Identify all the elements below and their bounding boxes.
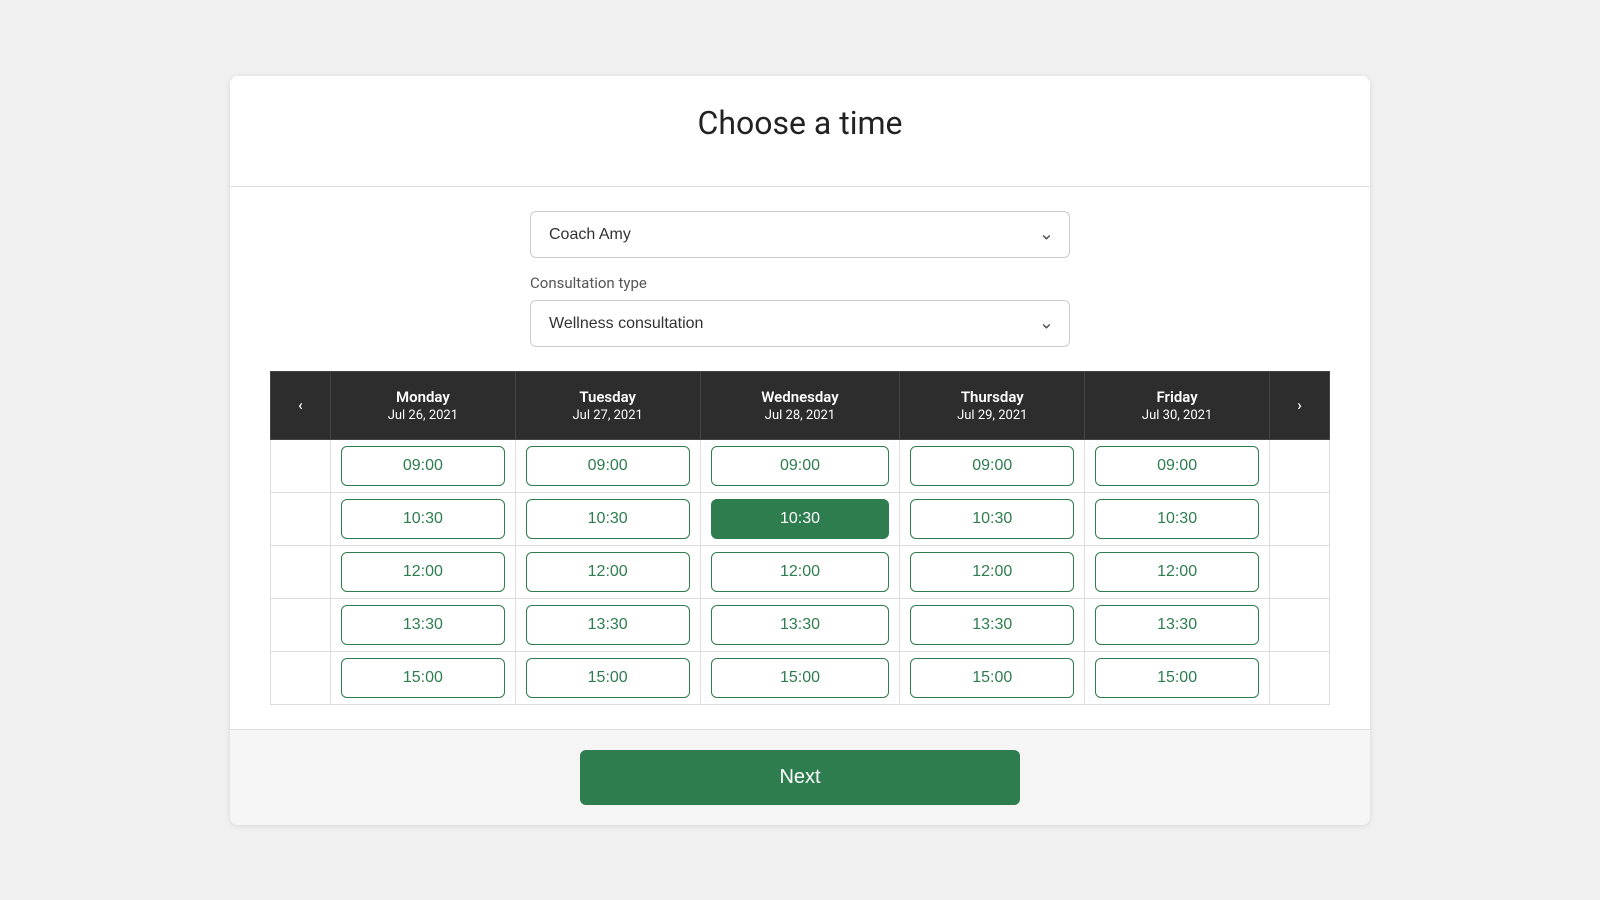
time-button-1-2[interactable]: 12:00 — [526, 552, 690, 592]
time-cell-1-3: 13:30 — [515, 598, 700, 651]
time-button-3-2[interactable]: 12:00 — [910, 552, 1074, 592]
time-button-1-1[interactable]: 10:30 — [526, 499, 690, 539]
time-button-3-3[interactable]: 13:30 — [910, 605, 1074, 645]
time-cell-2-0: 09:00 — [700, 439, 900, 492]
time-cell-4-2: 12:00 — [1085, 545, 1270, 598]
coach-select-container: Coach Amy Coach Bob Coach Carol ⌄ — [530, 211, 1070, 258]
dropdowns-section: Coach Amy Coach Bob Coach Carol ⌄ Consul… — [270, 211, 1330, 371]
spacer-right-2 — [1270, 545, 1330, 598]
time-button-2-3[interactable]: 13:30 — [711, 605, 890, 645]
time-cell-0-1: 10:30 — [331, 492, 516, 545]
time-button-0-2[interactable]: 12:00 — [341, 552, 505, 592]
spacer-left-1 — [271, 492, 331, 545]
time-cell-1-0: 09:00 — [515, 439, 700, 492]
day-date-monday: Jul 26, 2021 — [339, 408, 507, 423]
time-cell-3-0: 09:00 — [900, 439, 1085, 492]
day-header-monday: Monday Jul 26, 2021 — [331, 371, 516, 439]
next-week-button[interactable]: › — [1270, 371, 1330, 439]
time-button-4-2[interactable]: 12:00 — [1095, 552, 1259, 592]
consultation-select-container: Wellness consultation Nutrition consulta… — [530, 300, 1070, 347]
calendar-section: ‹ Monday Jul 26, 2021 Tuesday Jul 27, 20… — [270, 371, 1330, 705]
day-name-wednesday: Wednesday — [709, 388, 892, 406]
time-cell-2-3: 13:30 — [700, 598, 900, 651]
consultation-type-label: Consultation type — [530, 274, 1070, 292]
time-cell-2-2: 12:00 — [700, 545, 900, 598]
time-button-0-3[interactable]: 13:30 — [341, 605, 505, 645]
time-button-3-0[interactable]: 09:00 — [910, 446, 1074, 486]
time-cell-4-3: 13:30 — [1085, 598, 1270, 651]
time-button-3-1[interactable]: 10:30 — [910, 499, 1074, 539]
day-header-tuesday: Tuesday Jul 27, 2021 — [515, 371, 700, 439]
time-cell-1-4: 15:00 — [515, 651, 700, 704]
spacer-right-1 — [1270, 492, 1330, 545]
time-cell-3-1: 10:30 — [900, 492, 1085, 545]
main-card: Choose a time Coach Amy Coach Bob Coach … — [230, 76, 1370, 825]
time-button-0-1[interactable]: 10:30 — [341, 499, 505, 539]
time-cell-3-3: 13:30 — [900, 598, 1085, 651]
time-button-4-3[interactable]: 13:30 — [1095, 605, 1259, 645]
consultation-type-dropdown[interactable]: Wellness consultation Nutrition consulta… — [530, 300, 1070, 347]
time-cell-0-0: 09:00 — [331, 439, 516, 492]
day-header-thursday: Thursday Jul 29, 2021 — [900, 371, 1085, 439]
time-cell-0-3: 13:30 — [331, 598, 516, 651]
card-header: Choose a time — [230, 76, 1370, 187]
time-button-2-2[interactable]: 12:00 — [711, 552, 890, 592]
time-cell-2-1: 10:30 — [700, 492, 900, 545]
time-button-0-4[interactable]: 15:00 — [341, 658, 505, 698]
time-button-1-3[interactable]: 13:30 — [526, 605, 690, 645]
spacer-right-3 — [1270, 598, 1330, 651]
time-cell-3-2: 12:00 — [900, 545, 1085, 598]
time-button-1-0[interactable]: 09:00 — [526, 446, 690, 486]
day-date-tuesday: Jul 27, 2021 — [524, 408, 692, 423]
time-cell-3-4: 15:00 — [900, 651, 1085, 704]
prev-week-button[interactable]: ‹ — [271, 371, 331, 439]
time-cell-0-2: 12:00 — [331, 545, 516, 598]
time-button-1-4[interactable]: 15:00 — [526, 658, 690, 698]
time-cell-4-1: 10:30 — [1085, 492, 1270, 545]
spacer-right-0 — [1270, 439, 1330, 492]
time-cell-2-4: 15:00 — [700, 651, 900, 704]
day-date-thursday: Jul 29, 2021 — [908, 408, 1076, 423]
time-button-2-1[interactable]: 10:30 — [711, 499, 890, 539]
page-title: Choose a time — [270, 104, 1330, 142]
coach-dropdown[interactable]: Coach Amy Coach Bob Coach Carol — [530, 211, 1070, 258]
time-cell-1-1: 10:30 — [515, 492, 700, 545]
day-header-wednesday: Wednesday Jul 28, 2021 — [700, 371, 900, 439]
time-button-0-0[interactable]: 09:00 — [341, 446, 505, 486]
time-cell-1-2: 12:00 — [515, 545, 700, 598]
calendar-table: ‹ Monday Jul 26, 2021 Tuesday Jul 27, 20… — [270, 371, 1330, 705]
time-button-2-0[interactable]: 09:00 — [711, 446, 890, 486]
day-date-friday: Jul 30, 2021 — [1093, 408, 1261, 423]
time-button-3-4[interactable]: 15:00 — [910, 658, 1074, 698]
footer: Next — [230, 729, 1370, 825]
day-name-thursday: Thursday — [908, 388, 1076, 406]
time-button-4-0[interactable]: 09:00 — [1095, 446, 1259, 486]
day-name-friday: Friday — [1093, 388, 1261, 406]
day-name-monday: Monday — [339, 388, 507, 406]
day-date-wednesday: Jul 28, 2021 — [709, 408, 892, 423]
spacer-left-4 — [271, 651, 331, 704]
day-name-tuesday: Tuesday — [524, 388, 692, 406]
time-cell-0-4: 15:00 — [331, 651, 516, 704]
spacer-left-2 — [271, 545, 331, 598]
time-cell-4-0: 09:00 — [1085, 439, 1270, 492]
spacer-left-3 — [271, 598, 331, 651]
time-button-2-4[interactable]: 15:00 — [711, 658, 890, 698]
next-button[interactable]: Next — [580, 750, 1020, 805]
time-button-4-1[interactable]: 10:30 — [1095, 499, 1259, 539]
card-body: Coach Amy Coach Bob Coach Carol ⌄ Consul… — [230, 187, 1370, 729]
spacer-left-0 — [271, 439, 331, 492]
day-header-friday: Friday Jul 30, 2021 — [1085, 371, 1270, 439]
time-cell-4-4: 15:00 — [1085, 651, 1270, 704]
spacer-right-4 — [1270, 651, 1330, 704]
time-button-4-4[interactable]: 15:00 — [1095, 658, 1259, 698]
